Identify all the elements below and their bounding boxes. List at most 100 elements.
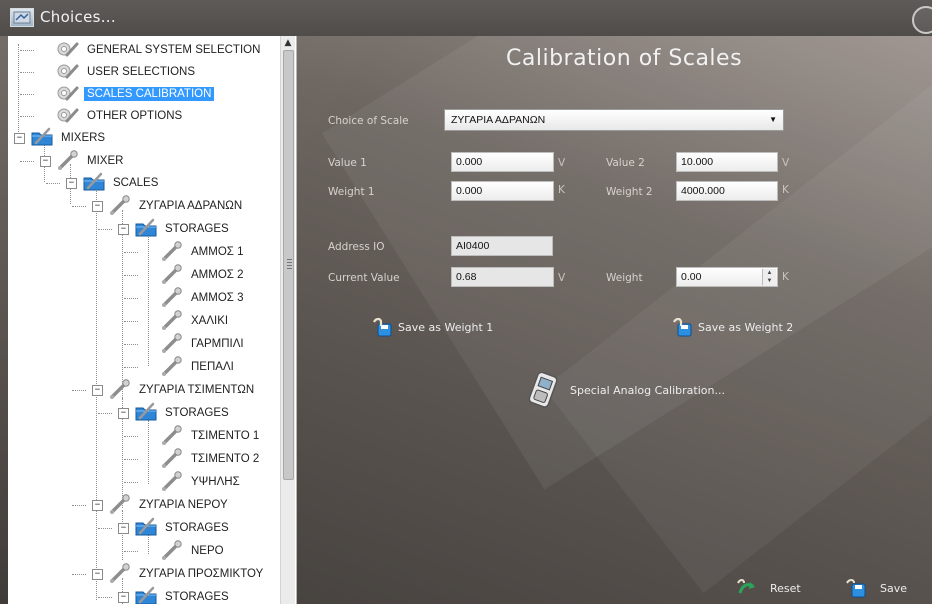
weight1-field[interactable]: 0.000 — [451, 181, 554, 201]
tree-item-label: ΧΑΛΙΚΙ — [191, 315, 229, 327]
save-as-weight2-button[interactable]: Save as Weight 2 — [672, 316, 793, 338]
collapse-toggle-icon[interactable]: − — [66, 178, 77, 189]
tree-item[interactable]: ΠΕΠΑΛΙ — [160, 355, 237, 379]
current-value-field: 0.68 — [451, 267, 554, 287]
wrench-icon — [160, 424, 188, 448]
tree-scrollbar[interactable]: ▲ — [280, 36, 295, 604]
weight-field[interactable]: 0.00 ▲ ▼ — [676, 267, 778, 287]
tree-item[interactable]: STORAGES — [134, 402, 232, 424]
folder-wrench-icon — [30, 127, 58, 150]
collapse-toggle-icon[interactable]: − — [118, 408, 129, 419]
tree-item[interactable]: ΖΥΓΑΡΙΑ ΝΕΡΟΥ — [108, 493, 231, 516]
spinner-arrows-icon[interactable]: ▲ ▼ — [762, 269, 776, 285]
choice-of-scale-label: Choice of Scale — [328, 115, 409, 127]
folder-wrench-icon — [82, 172, 110, 195]
tree-item[interactable]: ΤΣΙΜΕΝΤΟ 1 — [160, 424, 262, 448]
address-io-field: AI0400 — [451, 236, 553, 256]
save-button[interactable]: Save — [846, 577, 907, 599]
tree-item[interactable]: ΑΜΜΟΣ 3 — [160, 286, 246, 310]
tree-item[interactable]: ΤΣΙΜΕΝΤΟ 2 — [160, 447, 262, 470]
weight-label: Weight — [606, 272, 643, 284]
tree-item[interactable]: SCALES — [82, 172, 161, 194]
tree-item-label: STORAGES — [165, 223, 229, 235]
tree-item[interactable]: USER SELECTIONS — [56, 61, 198, 83]
calibration-device-icon[interactable] — [524, 372, 564, 408]
title-bar: Choices... — [0, 0, 932, 36]
collapse-toggle-icon[interactable]: − — [92, 569, 103, 580]
tree-item[interactable]: ΧΑΛΙΚΙ — [160, 309, 231, 332]
wrench-icon — [160, 286, 188, 310]
collapse-toggle-icon[interactable]: − — [92, 201, 103, 212]
tree-item-label: MIXERS — [61, 132, 106, 144]
tree-item[interactable]: ΑΜΜΟΣ 2 — [160, 263, 246, 286]
collapse-toggle-icon[interactable]: − — [118, 523, 129, 534]
weight2-field[interactable]: 4000.000 — [676, 181, 778, 201]
value1-unit: V — [558, 157, 566, 169]
save-as-weight1-button[interactable]: Save as Weight 1 — [372, 316, 493, 338]
page-title: Calibration of Scales — [506, 46, 743, 71]
scale-select[interactable]: ΖΥΓΑΡΙΑ ΑΔΡΑΝΩΝ ▼ — [444, 109, 784, 131]
save-as-weight1-label: Save as Weight 1 — [398, 320, 494, 334]
hand-save-icon — [373, 317, 392, 337]
tree-item[interactable]: STORAGES — [134, 517, 232, 539]
wrench-icon — [160, 470, 188, 494]
value1-field[interactable]: 0.000 — [451, 152, 554, 172]
special-analog-calibration-button[interactable]: Special Analog Calibration... — [570, 384, 725, 397]
value2-field[interactable]: 10.000 — [676, 152, 778, 172]
tree-item-label: ΤΣΙΜΕΝΤΟ 2 — [191, 453, 260, 465]
value1-label: Value 1 — [328, 157, 367, 169]
tree-item[interactable]: ΑΜΜΟΣ 1 — [160, 240, 246, 263]
value2-label: Value 2 — [606, 157, 645, 169]
tree-item[interactable]: ΖΥΓΑΡΙΑ ΠΡΟΣΜΙΚΤΟΥ — [108, 562, 266, 586]
scroll-thumb[interactable] — [283, 50, 294, 480]
current-value-label: Current Value — [328, 272, 400, 284]
current-value-unit: V — [558, 272, 566, 284]
save-as-weight2-label: Save as Weight 2 — [698, 320, 794, 334]
tree-item-label: ΠΕΠΑΛΙ — [191, 361, 234, 373]
tree-item[interactable]: ΖΥΓΑΡΙΑ ΤΣΙΜΕΝΤΩΝ — [108, 378, 257, 401]
tree-item-label: ΖΥΓΑΡΙΑ ΝΕΡΟΥ — [139, 499, 228, 511]
wrench-gear-icon — [56, 83, 84, 106]
collapse-toggle-icon[interactable]: − — [92, 500, 103, 511]
collapse-toggle-icon[interactable]: − — [14, 133, 25, 144]
wrench-icon — [108, 194, 136, 218]
close-button[interactable] — [912, 6, 932, 34]
dropdown-arrow-icon: ▼ — [769, 115, 777, 124]
collapse-toggle-icon[interactable]: − — [40, 156, 51, 167]
tree-item-label: ΝΕΡΟ — [191, 545, 224, 557]
collapse-toggle-icon[interactable]: − — [118, 592, 129, 603]
wrench-icon — [108, 562, 136, 586]
tree-item[interactable]: STORAGES — [134, 218, 232, 240]
tree-item[interactable]: ΓΑΡΜΠΙΛΙ — [160, 332, 247, 356]
tree-item[interactable]: STORAGES — [134, 586, 232, 604]
collapse-toggle-icon[interactable]: − — [118, 224, 129, 235]
tree-item[interactable]: ΥΨΗΛΗΣ — [160, 470, 243, 494]
tree-item[interactable]: SCALES CALIBRATION — [56, 83, 215, 106]
address-io-label: Address IO — [328, 241, 385, 253]
tree-item-label: SCALES — [113, 177, 159, 189]
tree-item-label: ΑΜΜΟΣ 3 — [191, 292, 244, 304]
weight-value: 0.00 — [681, 271, 702, 283]
folder-wrench-icon — [134, 517, 162, 540]
value2-unit: V — [782, 157, 790, 169]
wrench-icon — [160, 355, 188, 379]
collapse-toggle-icon[interactable]: − — [92, 385, 103, 396]
reset-button[interactable]: Reset — [736, 577, 801, 599]
tree-item[interactable]: ΝΕΡΟ — [160, 539, 227, 562]
tree-item[interactable]: MIXERS — [30, 127, 108, 149]
tree-item[interactable]: ΖΥΓΑΡΙΑ ΑΔΡΑΝΩΝ — [108, 194, 245, 218]
tree-item-label: ΖΥΓΑΡΙΑ ΠΡΟΣΜΙΚΤΟΥ — [139, 568, 264, 580]
window-title: Choices... — [40, 8, 116, 26]
wrench-icon — [56, 149, 84, 173]
wrench-icon — [160, 332, 188, 356]
weight1-unit: K — [558, 184, 565, 196]
tree-item-label: ΓΑΡΜΠΙΛΙ — [191, 338, 244, 350]
app-settings-icon — [10, 8, 34, 27]
tree-item[interactable]: GENERAL SYSTEM SELECTION — [56, 39, 263, 61]
folder-wrench-icon — [134, 218, 162, 241]
tree-item[interactable]: MIXER — [56, 149, 126, 173]
scroll-up-arrow-icon[interactable]: ▲ — [281, 36, 295, 50]
tree-item[interactable]: OTHER OPTIONS — [56, 105, 185, 127]
scale-select-value: ΖΥΓΑΡΙΑ ΑΔΡΑΝΩΝ — [451, 114, 546, 126]
tree-item-label: SCALES CALIBRATION — [84, 87, 215, 101]
